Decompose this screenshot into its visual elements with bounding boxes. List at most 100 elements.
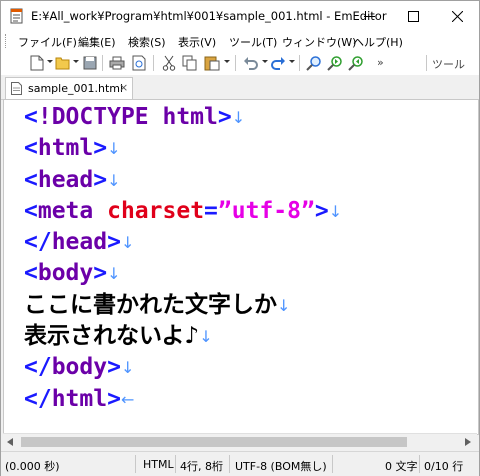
toolbar: » ツール xyxy=(1,51,479,75)
menu-view[interactable]: 表示(V) xyxy=(178,34,216,50)
tab-close-button[interactable]: × xyxy=(119,81,128,94)
editor-area[interactable]: <!DOCTYPE html>↓ <html>↓ <head>↓ <meta c… xyxy=(3,99,479,435)
menu-grip[interactable] xyxy=(5,34,9,48)
code-line: <html>↓ xyxy=(24,133,342,164)
minimize-button[interactable] xyxy=(347,1,391,31)
find-button[interactable] xyxy=(305,54,323,72)
tab-bar: sample_001.html × xyxy=(1,75,479,100)
code-line: <meta charset=”utf-8”>↓ xyxy=(24,196,342,227)
attribute-name: charset xyxy=(107,198,205,225)
status-separator xyxy=(332,455,333,473)
redo-button[interactable] xyxy=(269,54,287,72)
tag-name: body xyxy=(51,354,108,381)
eol-mark: ↓ xyxy=(199,327,213,347)
new-file-button[interactable] xyxy=(28,54,46,72)
open-file-button[interactable] xyxy=(54,54,72,72)
redo-dropdown[interactable] xyxy=(289,60,295,63)
menu-window[interactable]: ウィンドウ(W) xyxy=(282,34,356,50)
status-separator xyxy=(229,455,230,473)
tag-bracket: </ xyxy=(24,354,52,381)
menu-edit[interactable]: 編集(E) xyxy=(78,34,116,50)
status-separator xyxy=(175,455,176,473)
emeditor-window: E:¥All_work¥Program¥html¥001¥sample_001.… xyxy=(0,0,480,476)
scroll-right-arrow-icon[interactable] xyxy=(465,438,471,446)
status-encoding[interactable]: UTF-8 (BOM無し) xyxy=(235,458,327,474)
status-separator xyxy=(135,455,136,473)
copy-icon xyxy=(182,55,197,71)
horizontal-scrollbar[interactable] xyxy=(3,433,477,450)
tab-sample-001[interactable]: sample_001.html × xyxy=(5,77,133,100)
equals-sign: = xyxy=(204,198,218,225)
scroll-left-arrow-icon[interactable] xyxy=(7,438,13,446)
tools-toolbar-label[interactable]: ツール xyxy=(432,56,465,72)
open-file-icon xyxy=(55,57,70,70)
title-bar: E:¥All_work¥Program¥html¥001¥sample_001.… xyxy=(1,1,479,31)
code-line: <body>↓ xyxy=(24,258,342,289)
new-file-dropdown[interactable] xyxy=(47,60,53,63)
save-button[interactable] xyxy=(81,54,99,72)
undo-button[interactable] xyxy=(242,54,260,72)
tag-bracket: < xyxy=(24,260,38,287)
tag-name: head xyxy=(37,166,94,193)
eol-mark: ↓ xyxy=(277,295,291,315)
body-text: 表示されないよ♪ xyxy=(24,323,200,350)
eol-mark: ↓ xyxy=(231,108,246,127)
find-prev-button[interactable] xyxy=(347,54,365,72)
status-char-count: 0 文字 xyxy=(385,460,418,473)
toolbar-separator xyxy=(153,55,154,71)
tag-name: html xyxy=(51,385,108,412)
tag-name: html xyxy=(37,135,94,162)
menu-bar: ファイル(F) 編集(E) 検索(S) 表示(V) ツール(T) ウィンドウ(W… xyxy=(1,31,479,51)
tag-bracket: < xyxy=(24,104,38,131)
print-button[interactable] xyxy=(108,54,126,72)
tag-bracket: > xyxy=(93,166,108,193)
toolbar-chevron[interactable]: » xyxy=(377,56,384,69)
cut-button[interactable] xyxy=(160,54,178,72)
code-line: ここに書かれた文字しか↓ xyxy=(24,290,342,321)
eof-mark: ← xyxy=(120,389,135,409)
emeditor-app-icon xyxy=(10,8,23,24)
status-line-count: 0/10 行 xyxy=(424,460,464,473)
editor-gutter xyxy=(4,100,14,434)
eol-mark: ↓ xyxy=(328,201,343,221)
code-text[interactable]: <!DOCTYPE html>↓ <html>↓ <head>↓ <meta c… xyxy=(24,102,342,415)
undo-dropdown[interactable] xyxy=(262,60,268,63)
cut-icon xyxy=(162,55,176,71)
toolbar-separator xyxy=(235,55,236,71)
paste-icon xyxy=(204,56,220,71)
menu-help[interactable]: ヘルプ(H) xyxy=(353,34,403,50)
tag-bracket: > xyxy=(314,198,329,225)
find-next-icon xyxy=(327,56,342,71)
find-next-button[interactable] xyxy=(326,54,344,72)
menu-search[interactable]: 検索(S) xyxy=(128,34,166,50)
paste-dropdown[interactable] xyxy=(224,60,230,63)
scrollbar-thumb[interactable] xyxy=(21,437,407,447)
close-window-button[interactable] xyxy=(435,1,479,31)
window-title: E:¥All_work¥Program¥html¥001¥sample_001.… xyxy=(31,9,387,23)
find-icon xyxy=(306,56,321,71)
copy-button[interactable] xyxy=(181,54,199,72)
menu-file[interactable]: ファイル(F) xyxy=(18,34,77,50)
code-line: <head>↓ xyxy=(24,165,342,196)
paste-button[interactable] xyxy=(203,54,221,72)
tag-bracket: > xyxy=(107,229,121,256)
eol-mark: ↓ xyxy=(107,139,121,159)
status-file-mode[interactable]: HTML xyxy=(143,458,174,471)
status-elapsed-time: (0.000 秒) xyxy=(5,460,60,473)
tag-name: head xyxy=(51,229,108,256)
open-file-dropdown[interactable] xyxy=(73,60,79,63)
tag-bracket: </ xyxy=(24,385,52,412)
print-preview-button[interactable] xyxy=(130,54,148,72)
toolbar-separator xyxy=(299,55,300,71)
tag-bracket: > xyxy=(107,385,121,412)
attribute-value: ”utf-8” xyxy=(217,198,315,225)
print-icon xyxy=(109,56,125,70)
menu-tools[interactable]: ツール(T) xyxy=(229,34,277,50)
tag-name: body xyxy=(37,260,94,287)
tag-bracket: > xyxy=(93,260,108,287)
close-icon xyxy=(451,10,463,22)
status-cursor-position[interactable]: 4行, 8桁 xyxy=(180,458,223,474)
maximize-button[interactable] xyxy=(391,1,435,31)
minimize-icon xyxy=(363,15,375,17)
